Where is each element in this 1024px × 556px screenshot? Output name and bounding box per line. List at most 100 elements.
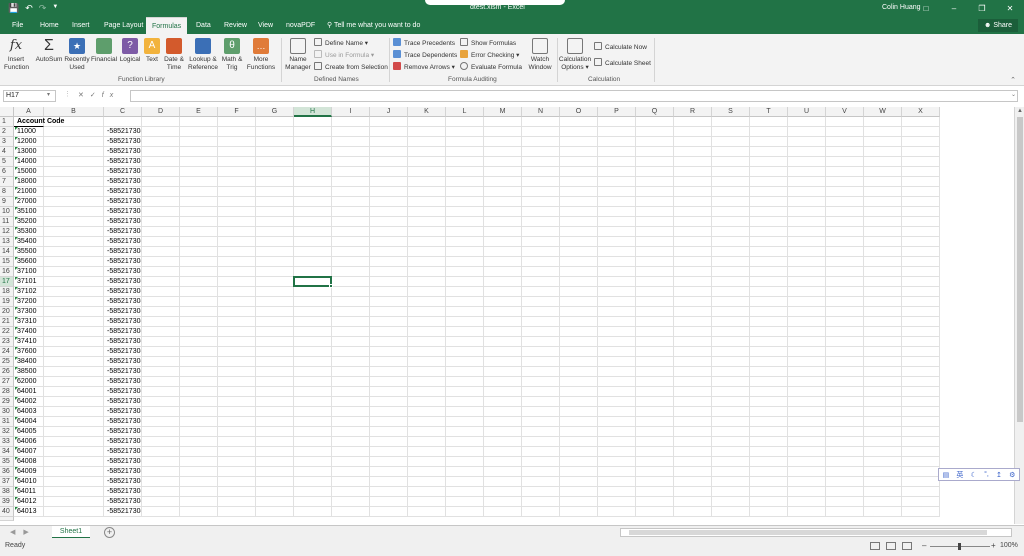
scroll-up-icon[interactable]: ▲ [1017, 108, 1023, 114]
empty-cell[interactable] [636, 257, 674, 267]
empty-cell[interactable] [522, 367, 560, 377]
value-cell[interactable]: -585217308.3 [104, 397, 142, 407]
empty-cell[interactable] [788, 447, 826, 457]
value-cell[interactable]: -585217308.3 [104, 417, 142, 427]
empty-cell[interactable] [484, 297, 522, 307]
empty-cell[interactable] [598, 307, 636, 317]
empty-cell[interactable] [218, 227, 256, 237]
empty-cell[interactable] [294, 417, 332, 427]
column-header-q[interactable]: Q [636, 107, 674, 117]
empty-cell[interactable] [256, 357, 294, 367]
empty-cell[interactable] [180, 167, 218, 177]
account-code-cell[interactable]: 21000 [14, 187, 44, 197]
empty-cell[interactable] [256, 197, 294, 207]
empty-cell[interactable] [902, 237, 940, 247]
empty-cell[interactable] [294, 457, 332, 467]
empty-cell[interactable] [218, 447, 256, 457]
empty-cell[interactable] [712, 217, 750, 227]
tab-data[interactable]: Data [190, 17, 217, 34]
empty-cell[interactable] [142, 177, 180, 187]
empty-cell[interactable] [408, 447, 446, 457]
empty-cell[interactable] [750, 137, 788, 147]
empty-cell[interactable] [142, 437, 180, 447]
empty-cell[interactable] [674, 227, 712, 237]
empty-cell[interactable] [864, 117, 902, 127]
empty-cell[interactable] [142, 427, 180, 437]
empty-cell[interactable] [332, 357, 370, 367]
empty-cell[interactable] [560, 377, 598, 387]
empty-cell[interactable] [674, 217, 712, 227]
empty-cell[interactable] [522, 427, 560, 437]
empty-cell[interactable] [826, 297, 864, 307]
empty-cell[interactable] [522, 297, 560, 307]
empty-cell[interactable] [370, 387, 408, 397]
empty-cell[interactable] [370, 227, 408, 237]
empty-cell[interactable] [408, 467, 446, 477]
empty-cell[interactable] [750, 467, 788, 477]
empty-cell[interactable] [218, 257, 256, 267]
empty-cell[interactable] [788, 247, 826, 257]
column-header-o[interactable]: O [560, 107, 598, 117]
empty-cell[interactable] [408, 347, 446, 357]
empty-cell[interactable] [446, 277, 484, 287]
empty-cell[interactable] [712, 297, 750, 307]
empty-cell[interactable] [256, 287, 294, 297]
empty-cell[interactable] [560, 247, 598, 257]
empty-cell[interactable] [560, 367, 598, 377]
empty-cell[interactable] [332, 447, 370, 457]
empty-cell[interactable] [826, 287, 864, 297]
empty-cell[interactable] [598, 247, 636, 257]
empty-cell[interactable] [446, 417, 484, 427]
empty-cell[interactable] [864, 297, 902, 307]
empty-cell[interactable] [750, 187, 788, 197]
empty-cell[interactable] [218, 247, 256, 257]
empty-cell[interactable] [598, 357, 636, 367]
minimize-icon[interactable]: – [940, 0, 968, 17]
row-header[interactable]: 27 [0, 377, 14, 387]
empty-cell[interactable] [598, 497, 636, 507]
empty-cell[interactable] [788, 497, 826, 507]
empty-cell[interactable] [788, 227, 826, 237]
empty-cell[interactable] [522, 287, 560, 297]
empty-cell[interactable] [788, 307, 826, 317]
empty-cell[interactable] [446, 497, 484, 507]
empty-cell[interactable] [44, 457, 104, 467]
empty-cell[interactable] [712, 187, 750, 197]
empty-cell[interactable] [864, 147, 902, 157]
empty-cell[interactable] [446, 337, 484, 347]
empty-cell[interactable] [370, 117, 408, 127]
column-header-g[interactable]: G [256, 107, 294, 117]
empty-cell[interactable] [902, 427, 940, 437]
empty-cell[interactable] [370, 457, 408, 467]
empty-cell[interactable] [712, 267, 750, 277]
empty-cell[interactable] [294, 307, 332, 317]
value-cell[interactable]: -585217308.3 [104, 247, 142, 257]
empty-cell[interactable] [674, 477, 712, 487]
empty-cell[interactable] [636, 377, 674, 387]
row-header[interactable]: 17 [0, 277, 14, 287]
column-header-v[interactable]: V [826, 107, 864, 117]
empty-cell[interactable] [712, 287, 750, 297]
empty-cell[interactable] [484, 437, 522, 447]
empty-cell[interactable] [370, 477, 408, 487]
account-code-cell[interactable]: 12000 [14, 137, 44, 147]
empty-cell[interactable] [560, 357, 598, 367]
empty-cell[interactable] [636, 317, 674, 327]
account-code-cell[interactable]: 14000 [14, 157, 44, 167]
account-code-cell[interactable]: 13000 [14, 147, 44, 157]
empty-cell[interactable] [332, 167, 370, 177]
empty-cell[interactable] [712, 197, 750, 207]
account-code-cell[interactable]: 38500 [14, 367, 44, 377]
account-code-cell[interactable]: 64010 [14, 477, 44, 487]
empty-cell[interactable] [598, 267, 636, 277]
empty-cell[interactable] [598, 197, 636, 207]
account-code-cell[interactable]: 64012 [14, 497, 44, 507]
empty-cell[interactable] [142, 297, 180, 307]
empty-cell[interactable] [484, 357, 522, 367]
empty-cell[interactable] [332, 417, 370, 427]
empty-cell[interactable] [218, 117, 256, 127]
empty-cell[interactable] [712, 367, 750, 377]
account-code-cell[interactable]: 35600 [14, 257, 44, 267]
account-code-cell[interactable]: 18000 [14, 177, 44, 187]
empty-cell[interactable] [826, 147, 864, 157]
